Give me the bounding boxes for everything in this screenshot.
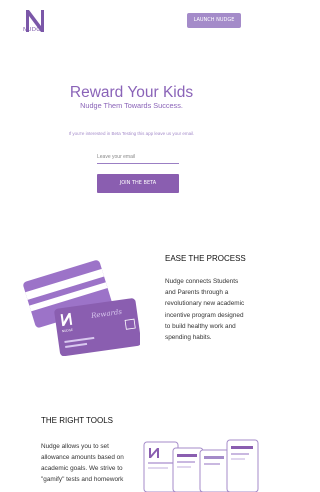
join-beta-button[interactable]: JOIN THE BETA: [97, 174, 179, 193]
tools-title: THE RIGHT TOOLS: [41, 416, 114, 425]
beta-note: If you're interested in Beta Testing thi…: [68, 131, 195, 136]
phones-illustration: [143, 439, 259, 492]
logo-text: NUDGE: [23, 27, 45, 33]
credit-cards-illustration: NUDGE Rewards: [23, 260, 140, 356]
launch-nudge-button[interactable]: LAUNCH NUDGE: [187, 13, 241, 28]
email-field[interactable]: [97, 151, 179, 164]
hero-title: Reward Your Kids: [69, 84, 194, 101]
hero-subtitle: Nudge Them Towards Success.: [80, 101, 183, 110]
ease-body: Nudge connects Students and Parents thro…: [165, 278, 245, 342]
ease-title: EASE THE PROCESS: [165, 254, 246, 263]
tools-body: Nudge allows you to set allowance amount…: [41, 443, 124, 483]
